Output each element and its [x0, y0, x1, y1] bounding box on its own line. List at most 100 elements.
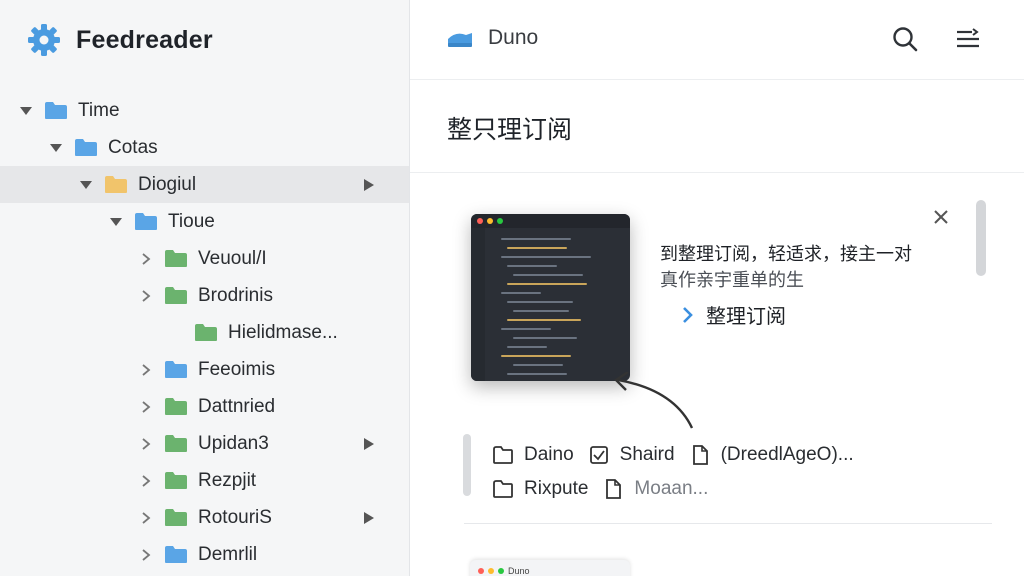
section-divider	[410, 172, 1024, 173]
close-icon	[934, 210, 948, 224]
code-line	[513, 337, 577, 339]
code-line	[513, 310, 569, 312]
tree-item[interactable]: Dattnried	[0, 388, 409, 425]
file-item[interactable]: Shaird	[588, 444, 675, 466]
close-dot	[478, 568, 484, 574]
file-icon	[692, 445, 708, 465]
tree-item[interactable]: Tioue	[0, 203, 409, 240]
section-title: 整只理订阅	[447, 115, 573, 144]
tree-item-label: Feeoimis	[198, 358, 276, 380]
folder-icon	[165, 546, 187, 563]
folder-icon	[493, 446, 513, 464]
folder-icon	[165, 509, 187, 526]
caret-down-icon[interactable]	[78, 177, 94, 193]
app-name: Feedreader	[76, 25, 213, 54]
folder-icon	[165, 398, 187, 415]
folder-icon	[75, 139, 97, 156]
chevron-right-icon	[683, 306, 693, 323]
folder-icon	[105, 176, 127, 193]
tree-item[interactable]: Cotas	[0, 129, 409, 166]
main-scrollbar-thumb[interactable]	[976, 200, 986, 276]
feed-title-text: Duno	[488, 26, 539, 49]
chevron-right-icon[interactable]	[138, 473, 154, 489]
file-item-label: Shaird	[619, 444, 675, 465]
tree-item-label: Diogiul	[138, 173, 197, 195]
file-item-label: Daino	[524, 444, 574, 465]
file-icon	[606, 479, 622, 499]
chevron-right-icon[interactable]	[138, 251, 154, 267]
description-line-1: 到整理订阅，轻适求，接主一对	[660, 244, 912, 265]
tree-item-label: Cotas	[108, 136, 158, 158]
sort-button[interactable]	[951, 22, 985, 56]
tree-item-label: Hielidmase...	[228, 321, 338, 343]
card-scrollbar[interactable]	[463, 434, 471, 496]
expand-arrow-icon[interactable]	[363, 437, 375, 451]
chevron-right-icon[interactable]	[138, 399, 154, 415]
feed-title: Duno	[446, 26, 538, 50]
file-row: Daino Shaird (DreedlAgeO)...	[492, 438, 868, 472]
tree-item[interactable]: Brodrinis	[0, 277, 409, 314]
tree-item[interactable]: Upidan3	[0, 425, 409, 462]
tree-item-label: Brodrinis	[198, 284, 273, 306]
folder-tree: Time Cotas Diogiul Tioue Veuoul/I Brodrinis Hi…	[0, 92, 409, 573]
chevron-right-icon[interactable]	[138, 362, 154, 378]
check-square-icon	[589, 446, 608, 464]
file-item[interactable]: Daino	[492, 444, 574, 466]
caret-down-icon[interactable]	[18, 103, 34, 119]
code-line	[507, 319, 581, 321]
code-line	[507, 247, 567, 249]
top-bar: Duno	[410, 0, 1024, 80]
tree-item[interactable]: Rezpjit	[0, 462, 409, 499]
tree-item[interactable]: Feeoimis	[0, 351, 409, 388]
tree-item[interactable]: Veuoul/I	[0, 240, 409, 277]
maximize-dot	[497, 218, 503, 224]
chevron-right-icon[interactable]	[138, 510, 154, 526]
expand-arrow-icon[interactable]	[363, 511, 375, 525]
chevron-right-icon[interactable]	[138, 547, 154, 563]
app-screenshot-preview	[471, 214, 630, 381]
tree-item-label: Time	[78, 99, 120, 121]
file-item[interactable]: Rixpute	[492, 478, 588, 500]
gear-icon	[28, 24, 60, 56]
file-item-label: Moaan...	[634, 478, 709, 499]
code-line	[507, 373, 567, 375]
sort-icon	[957, 28, 979, 48]
maximize-dot	[498, 568, 504, 574]
chevron-right-icon[interactable]	[138, 288, 154, 304]
tree-item-label: Veuoul/I	[198, 247, 267, 269]
code-line	[501, 292, 541, 294]
folder-icon	[165, 472, 187, 489]
caret-down-icon[interactable]	[48, 140, 64, 156]
close-dot	[477, 218, 483, 224]
file-item[interactable]: (DreedlAgeO)...	[689, 444, 854, 466]
tree-item-label: Demrlil	[198, 543, 258, 565]
tree-item-label: Rezpjit	[198, 469, 257, 491]
sidebar: Feedreader Time Cotas Diogiul Tioue Veuoul/I…	[0, 0, 410, 576]
code-line	[513, 364, 563, 366]
chevron-right-icon[interactable]	[138, 436, 154, 452]
file-row: Rixpute Moaan...	[492, 472, 868, 506]
close-button[interactable]	[930, 206, 952, 228]
tree-item[interactable]: Hielidmase...	[0, 314, 409, 351]
feed-folder-icon	[448, 33, 472, 47]
organize-subscriptions-link[interactable]: 整理订阅	[682, 300, 786, 329]
expand-arrow-icon[interactable]	[363, 178, 375, 192]
code-line	[501, 328, 551, 330]
tree-item[interactable]: Demrlil	[0, 536, 409, 573]
tree-item[interactable]: Time	[0, 92, 409, 129]
folder-icon	[493, 480, 513, 498]
tree-item[interactable]: Diogiul	[0, 166, 409, 203]
search-icon	[893, 27, 918, 52]
search-button[interactable]	[888, 22, 922, 56]
tree-item[interactable]: RotouriS	[0, 499, 409, 536]
tree-item-label: RotouriS	[198, 506, 272, 528]
caret-spacer	[168, 325, 184, 341]
file-item[interactable]: Moaan...	[602, 478, 708, 500]
folder-icon	[165, 361, 187, 378]
folder-icon	[165, 250, 187, 267]
preview-sidebar	[471, 228, 485, 381]
caret-down-icon[interactable]	[108, 214, 124, 230]
window-controls	[471, 214, 630, 228]
app-brand[interactable]: Feedreader	[26, 20, 213, 60]
minimize-dot	[487, 218, 493, 224]
